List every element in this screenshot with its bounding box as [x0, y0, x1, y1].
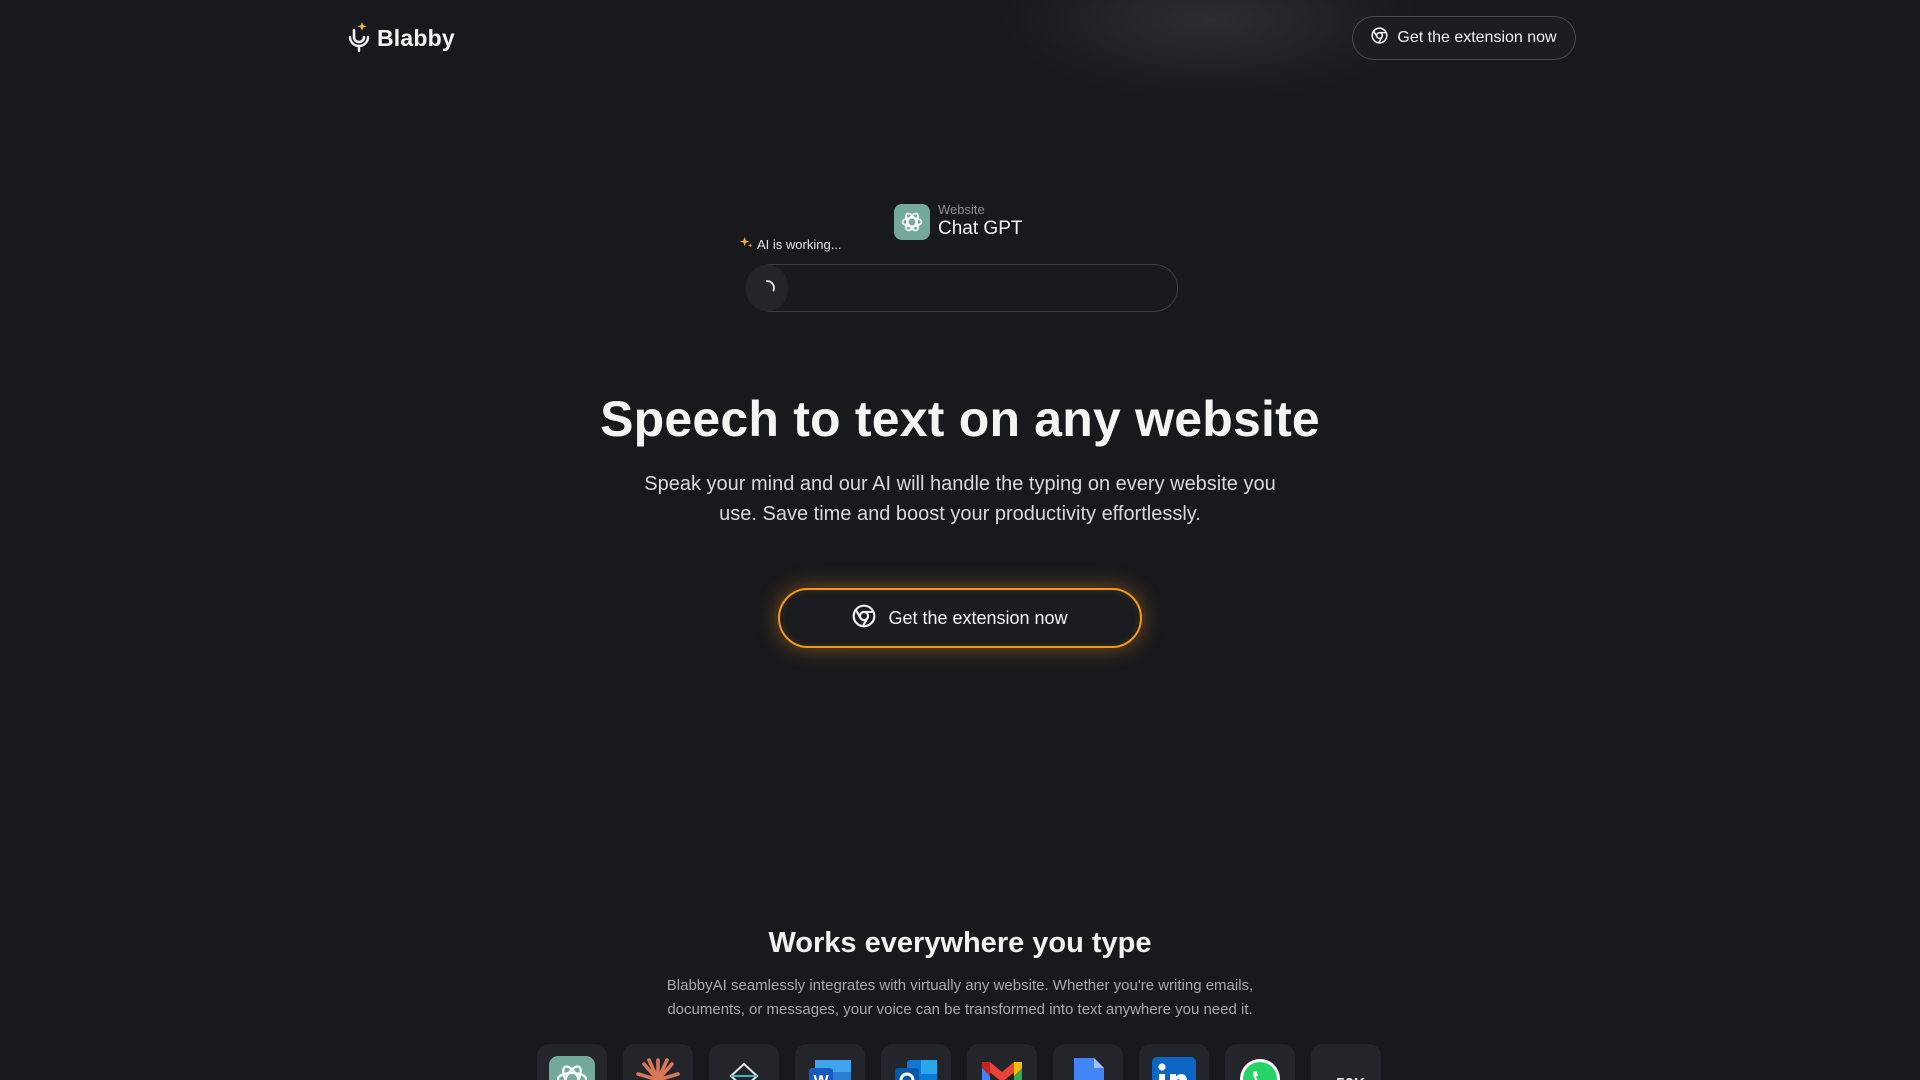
- gmail-icon: [982, 1062, 1022, 1080]
- logo-text: Blabby: [377, 25, 455, 51]
- more-apps-tile[interactable]: +50K: [1311, 1044, 1381, 1080]
- app-tile-outlook[interactable]: [881, 1044, 951, 1080]
- header-get-extension-button[interactable]: Get the extension now: [1352, 16, 1576, 60]
- app-tile-gmail[interactable]: [967, 1044, 1037, 1080]
- supported-apps-row: W: [537, 1044, 1381, 1080]
- demo-text-field[interactable]: [748, 264, 1178, 312]
- hero-subtitle: Speak your mind and our AI will handle t…: [644, 473, 1276, 525]
- more-apps-count: +50K: [1327, 1056, 1366, 1080]
- header-cta-label: Get the extension now: [1397, 29, 1557, 46]
- chrome-icon: [852, 604, 876, 633]
- word-icon: W: [809, 1060, 851, 1080]
- chrome-icon: [1371, 27, 1388, 49]
- svg-text:W: W: [813, 1073, 829, 1080]
- hero-get-extension-button[interactable]: Get the extension now: [778, 588, 1142, 648]
- ai-status: AI is working...: [740, 236, 842, 252]
- app-tile-linkedin[interactable]: [1139, 1044, 1209, 1080]
- app-tile-word[interactable]: W: [795, 1044, 865, 1080]
- microphone-sparkle-icon: [347, 20, 371, 57]
- ai-status-text: AI is working...: [757, 236, 842, 252]
- hero-title: Speech to text on any website: [600, 391, 1320, 447]
- website-indicator: Website Chat GPT: [894, 202, 1022, 241]
- works-title: Works everywhere you type: [768, 927, 1152, 959]
- app-tile-perplexity[interactable]: [709, 1044, 779, 1080]
- google-docs-icon: [1074, 1058, 1104, 1080]
- hero-cta-label: Get the extension now: [888, 607, 1068, 628]
- app-tile-google-docs[interactable]: [1053, 1044, 1123, 1080]
- chatgpt-icon: [549, 1056, 595, 1080]
- works-subtitle: BlabbyAI seamlessly integrates with virt…: [666, 977, 1254, 1018]
- linkedin-icon: [1152, 1057, 1196, 1080]
- sparkle-icon: [740, 236, 753, 252]
- app-tile-whatsapp[interactable]: [1225, 1044, 1295, 1080]
- website-kicker: Website: [938, 202, 985, 217]
- outlook-icon: [895, 1060, 937, 1080]
- app-tile-claude[interactable]: [623, 1044, 693, 1080]
- spinner-icon: [766, 280, 775, 292]
- logo[interactable]: Blabby: [347, 20, 455, 57]
- app-tile-chatgpt[interactable]: [537, 1044, 607, 1080]
- claude-icon: [636, 1058, 680, 1080]
- whatsapp-icon: [1240, 1059, 1280, 1080]
- perplexity-icon: [729, 1062, 759, 1080]
- loading-spinner: [746, 265, 788, 311]
- chatgpt-icon: [894, 203, 930, 240]
- website-name: Chat GPT: [938, 218, 1023, 239]
